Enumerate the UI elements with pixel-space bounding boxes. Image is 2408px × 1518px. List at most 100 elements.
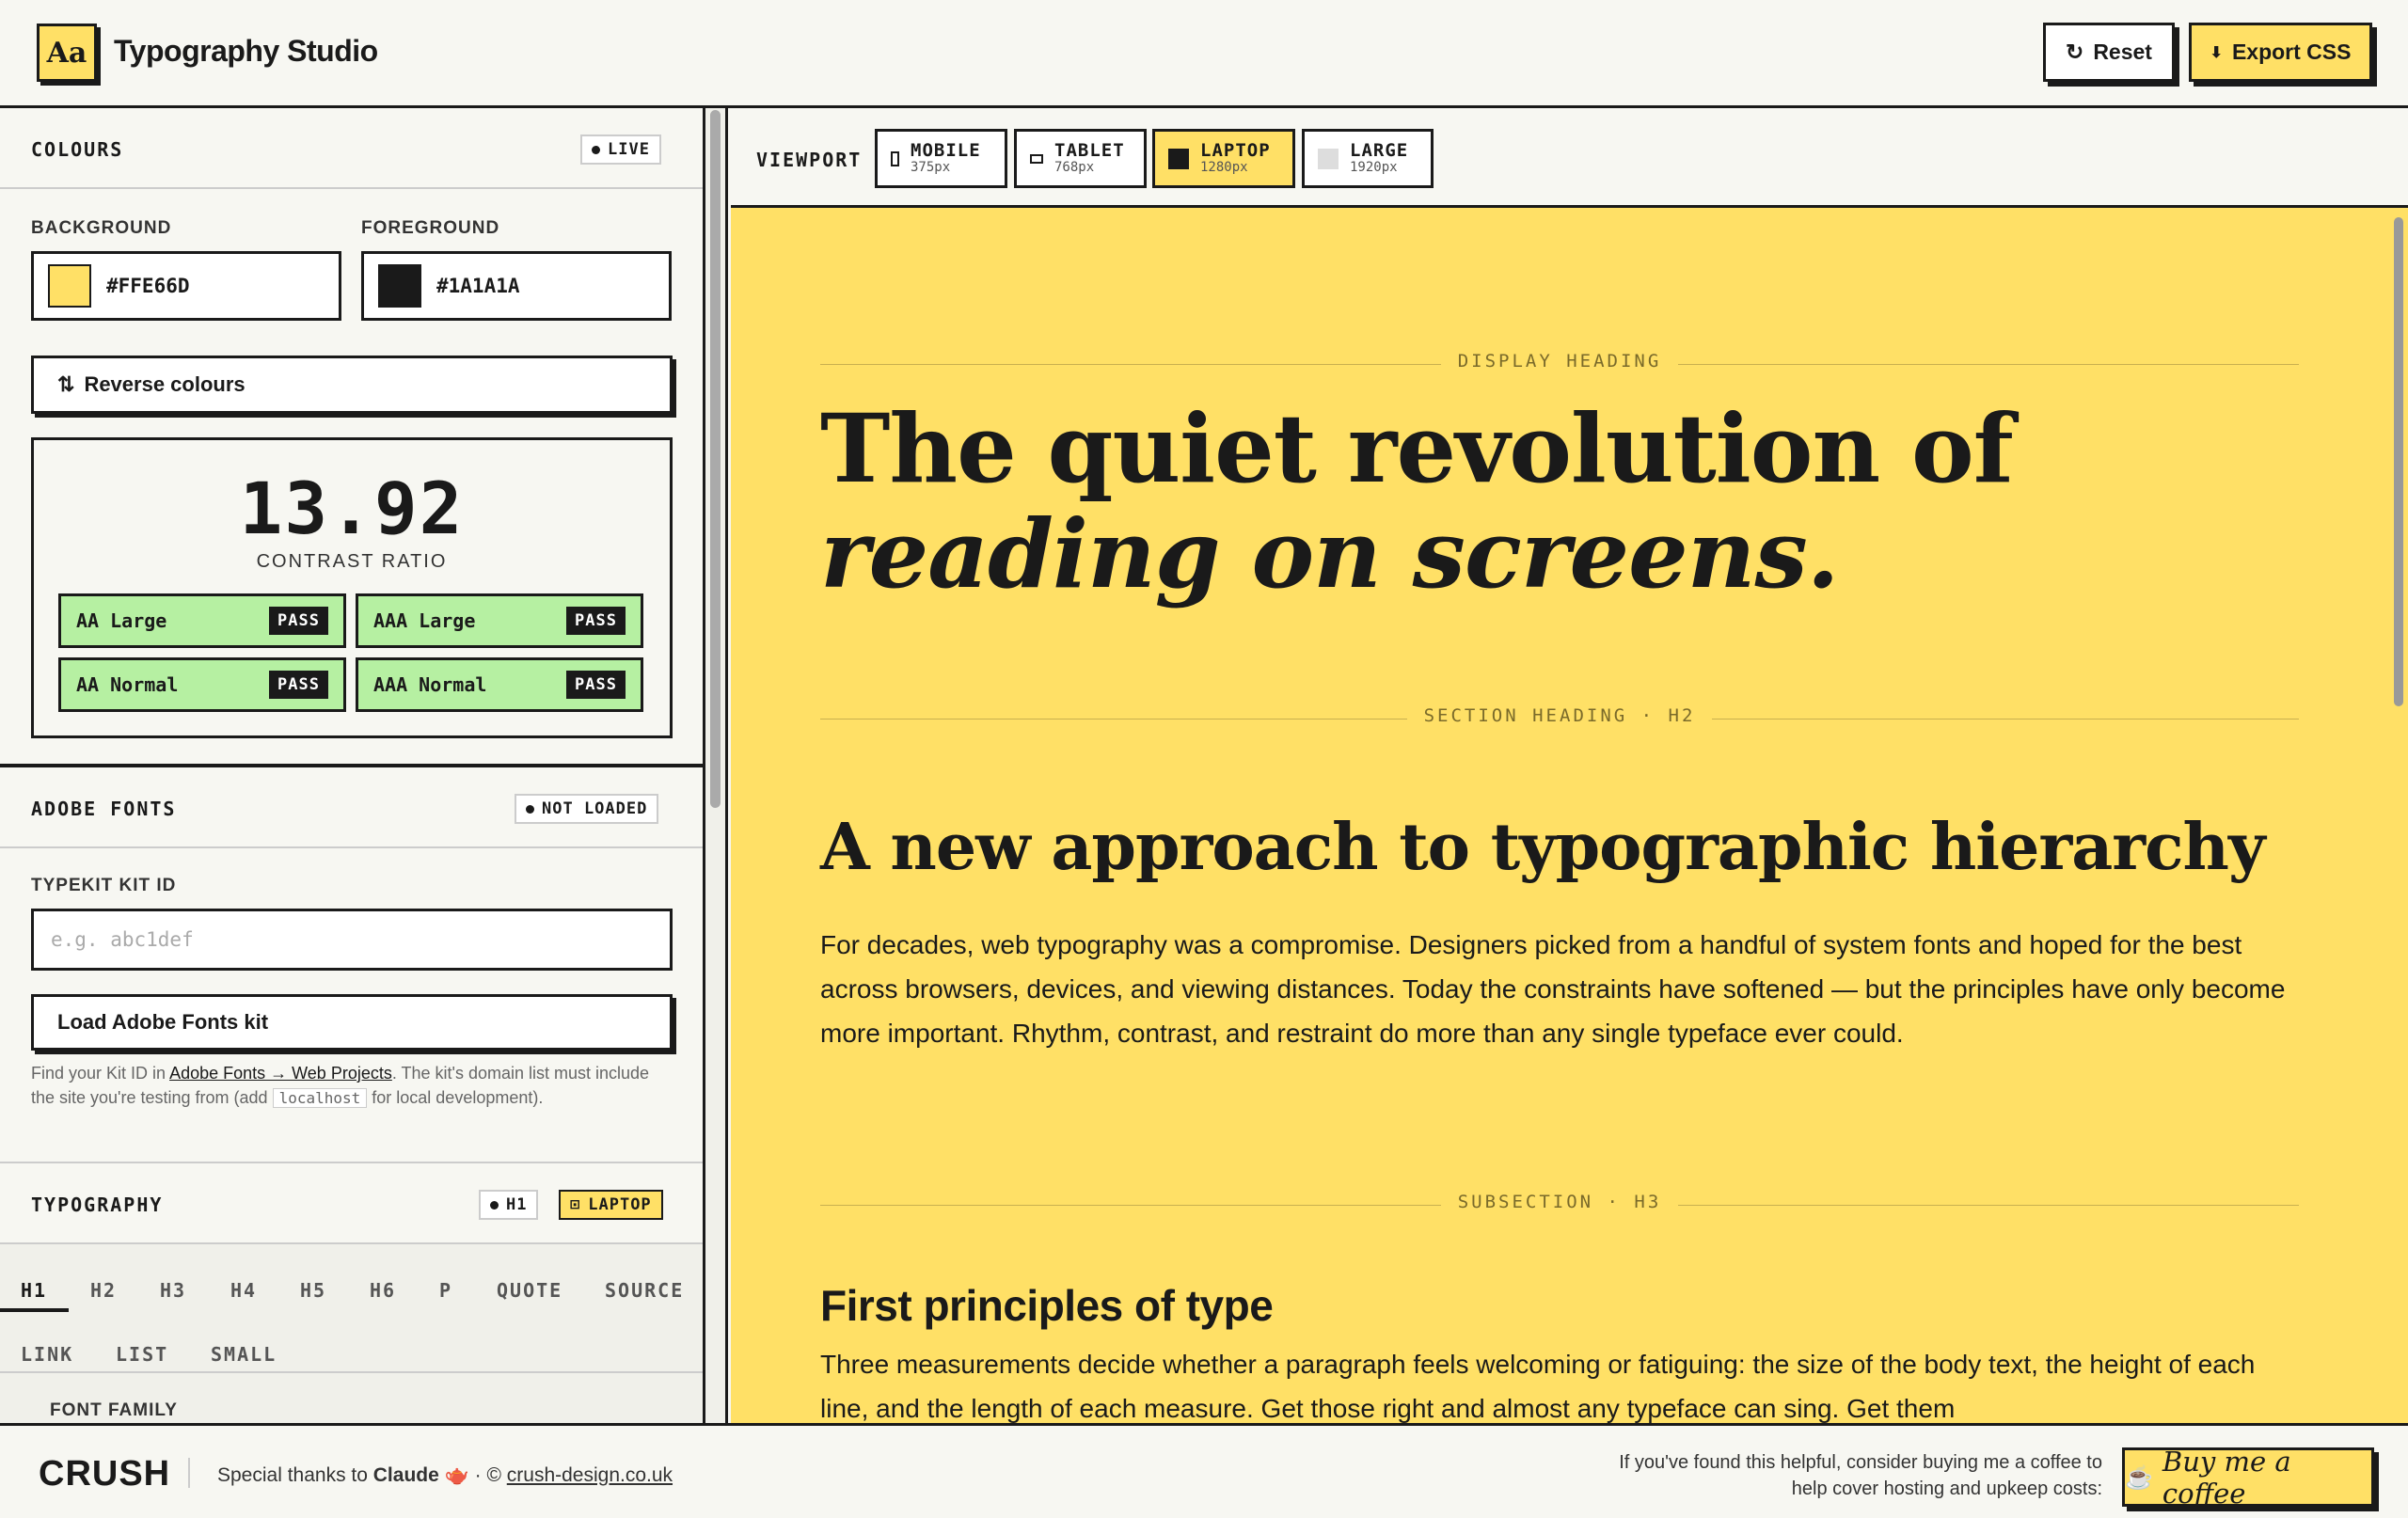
footer: CRUSH Special thanks to Claude 🫖 · © cru…: [0, 1423, 2408, 1518]
laptop-icon: ⊡: [570, 1195, 581, 1214]
pass-badge: PASS: [566, 671, 626, 699]
hint-code: localhost: [272, 1088, 368, 1108]
laptop-icon: [1168, 148, 1189, 169]
display-heading-italic: reading on screens.: [820, 498, 1840, 609]
export-css-button[interactable]: ⬇ Export CSS: [2189, 23, 2372, 82]
contrast-panel: 13.92 CONTRAST RATIO AA Large PASS AAA La…: [31, 437, 673, 738]
kit-id-label: TYPEKIT KIT ID: [31, 876, 177, 895]
divider-label: DISPLAY HEADING: [1440, 351, 1679, 372]
logo: Aa: [37, 24, 97, 82]
reverse-colours-button[interactable]: ⇅ Reverse colours: [31, 356, 673, 414]
viewport-name: LAPTOP: [1200, 139, 1271, 161]
background-color-field[interactable]: #FFE66D: [31, 251, 341, 321]
typography-section-header: TYPOGRAPHY H1 ⊡ LAPTOP: [0, 1163, 703, 1244]
tab-source[interactable]: SOURCE: [605, 1279, 684, 1302]
tab-quote[interactable]: QUOTE: [497, 1279, 562, 1302]
check-name: AA Large: [76, 609, 167, 632]
font-family-label: FONT FAMILY: [50, 1400, 178, 1420]
swap-icon: ⇅: [57, 372, 75, 396]
colours-section-header: COLOURS LIVE: [0, 108, 703, 189]
teapot-icon: 🫖: [444, 1464, 469, 1486]
status-dot-icon: [490, 1200, 499, 1210]
sidebar-scroll-thumb[interactable]: [710, 110, 721, 808]
app-header: Aa Typography Studio ↻ Reset ⬇ Export CS…: [0, 0, 2408, 108]
kit-hint: Find your Kit ID in Adobe Fonts → Web Pr…: [31, 1061, 671, 1111]
reset-label: Reset: [2093, 40, 2152, 64]
tab-link[interactable]: LINK: [21, 1343, 73, 1366]
tab-h3[interactable]: H3: [160, 1279, 186, 1302]
preview-h2: A new approach to typographic hierarchy: [820, 810, 2265, 885]
site-link[interactable]: crush-design.co.uk: [507, 1464, 673, 1486]
display-heading: The quiet revolution of reading on scree…: [820, 396, 2325, 607]
preview-paragraph-2: Three measurements decide whether a para…: [820, 1350, 2256, 1423]
viewport-tablet-button[interactable]: TABLET 768px: [1014, 129, 1147, 188]
sidebar-scrollbar[interactable]: [705, 108, 728, 1423]
tab-small[interactable]: SMALL: [211, 1343, 277, 1366]
foreground-label: FOREGROUND: [361, 218, 500, 238]
export-label: Export CSS: [2231, 40, 2352, 64]
foreground-value: #1A1A1A: [436, 275, 520, 297]
hint-text: Find your Kit ID in: [31, 1064, 170, 1083]
tab-h2[interactable]: H2: [90, 1279, 117, 1302]
background-value: #FFE66D: [106, 275, 190, 297]
preview-scrollbar[interactable]: [2389, 208, 2408, 1423]
reset-icon: ↻: [2066, 40, 2084, 64]
element-pill: H1: [479, 1190, 539, 1220]
viewport-mobile-button[interactable]: MOBILE 375px: [875, 129, 1007, 188]
not-loaded-badge: NOT LOADED: [515, 794, 659, 824]
load-adobe-fonts-button[interactable]: Load Adobe Fonts kit: [31, 994, 673, 1051]
preview-scroll-thumb[interactable]: [2394, 217, 2403, 706]
viewport-size: 1280px: [1200, 159, 1248, 175]
adobe-web-projects-link[interactable]: Adobe Fonts → Web Projects: [169, 1064, 392, 1083]
kit-id-input[interactable]: [31, 909, 673, 971]
status-dot-icon: [592, 145, 600, 154]
viewport-laptop-button[interactable]: LAPTOP 1280px: [1152, 129, 1295, 188]
reverse-label: Reverse colours: [84, 372, 246, 396]
viewport-size: 375px: [911, 159, 951, 175]
footer-credits: Special thanks to Claude 🫖 · © crush-des…: [217, 1464, 673, 1487]
preview-h3: First principles of type: [820, 1281, 1274, 1330]
foreground-color-field[interactable]: #1A1A1A: [361, 251, 672, 321]
check-name: AA Normal: [76, 673, 179, 696]
type-preview: DISPLAY HEADING The quiet revolution of …: [731, 208, 2389, 1423]
divider-label: SECTION HEADING · H2: [1406, 705, 1713, 726]
tab-h5[interactable]: H5: [300, 1279, 326, 1302]
coffee-icon: ☕: [2125, 1463, 2153, 1491]
coffee-message: If you've found this helpful, consider b…: [1619, 1452, 2102, 1499]
viewport-pill-label: LAPTOP: [588, 1195, 652, 1214]
tabs-divider: [0, 1371, 703, 1373]
footer-separator: [188, 1458, 190, 1488]
sidebar: COLOURS LIVE BACKGROUND FOREGROUND #FFE6…: [0, 108, 705, 1423]
colours-title: COLOURS: [31, 138, 124, 161]
foreground-swatch[interactable]: [378, 264, 421, 308]
tab-list[interactable]: LIST: [116, 1343, 168, 1366]
not-loaded-label: NOT LOADED: [542, 799, 648, 818]
tab-h4[interactable]: H4: [230, 1279, 257, 1302]
subsection-divider: SUBSECTION · H3: [820, 1192, 2299, 1220]
viewport-size: 768px: [1054, 159, 1095, 175]
check-name: AAA Normal: [373, 673, 487, 696]
check-aa-normal: AA Normal PASS: [58, 657, 346, 712]
viewport-large-button[interactable]: LARGE 1920px: [1302, 129, 1434, 188]
buy-coffee-button[interactable]: ☕ Buy me a coffee: [2122, 1446, 2374, 1510]
tablet-icon: [1030, 153, 1043, 164]
desktop-icon: [1318, 148, 1339, 169]
contrast-ratio-label: CONTRAST RATIO: [256, 551, 448, 572]
tab-h6[interactable]: H6: [370, 1279, 396, 1302]
pass-badge: PASS: [269, 607, 328, 635]
check-aaa-large: AAA Large PASS: [356, 593, 643, 648]
display-heading-divider: DISPLAY HEADING: [820, 351, 2299, 379]
pass-badge: PASS: [269, 671, 328, 699]
typography-title: TYPOGRAPHY: [31, 1194, 164, 1216]
element-pill-label: H1: [506, 1195, 528, 1214]
status-dot-icon: [526, 804, 534, 814]
tab-p[interactable]: P: [439, 1279, 452, 1302]
reset-button[interactable]: ↻ Reset: [2043, 23, 2175, 82]
check-aaa-normal: AAA Normal PASS: [356, 657, 643, 712]
background-swatch[interactable]: [48, 264, 91, 308]
crush-logo: CRUSH: [39, 1454, 171, 1494]
viewport-name: TABLET: [1054, 139, 1125, 161]
tab-h1[interactable]: H1: [21, 1279, 47, 1302]
adobe-title: ADOBE FONTS: [31, 798, 177, 820]
thanks-text: Special thanks to: [217, 1464, 373, 1486]
